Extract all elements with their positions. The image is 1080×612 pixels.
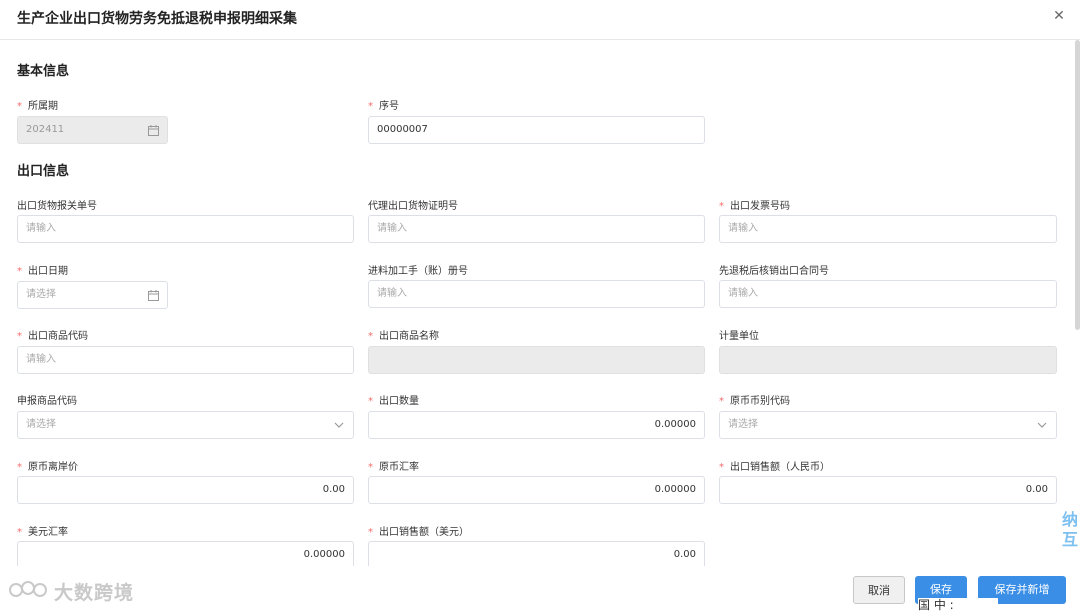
section-basic-info: 基本信息: [17, 64, 70, 79]
currency-code-select[interactable]: 请选择: [719, 411, 1057, 439]
dialog-title: 生产企业出口货物劳务免抵退税申报明细采集: [17, 11, 297, 27]
ime-text: 国 中 :: [918, 598, 954, 612]
sales-rmb-input[interactable]: 0.00: [719, 476, 1057, 504]
calendar-icon: [147, 117, 159, 143]
invoice-no-label: * 出口发票号码: [719, 201, 790, 212]
contract-no-input[interactable]: 请输入: [719, 280, 1057, 308]
customs-decl-label: 出口货物报关单号: [17, 201, 97, 212]
watermark: 大数跨境: [8, 576, 134, 606]
ime-toolbar[interactable]: 国 中 :: [918, 598, 998, 612]
scrollbar[interactable]: [1075, 40, 1080, 330]
agent-cert-label: 代理出口货物证明号: [368, 201, 458, 212]
processing-book-label: 进料加工手（账）册号: [368, 266, 468, 277]
watermark-logo-icon: [8, 578, 48, 605]
goods-name-label: * 出口商品名称: [368, 331, 439, 342]
processing-book-input[interactable]: 请输入: [368, 280, 705, 308]
calendar-icon: [147, 282, 159, 308]
unit-label: 计量单位: [719, 331, 759, 342]
goods-code-label: * 出口商品代码: [17, 331, 88, 342]
period-label: * 所属期: [17, 101, 58, 112]
usd-rate-label: * 美元汇率: [17, 527, 68, 538]
goods-name-field: [368, 346, 705, 374]
period-field: 202411: [17, 116, 168, 144]
invoice-no-input[interactable]: 请输入: [719, 215, 1057, 243]
customs-decl-input[interactable]: 请输入: [17, 215, 354, 243]
sales-rmb-label: * 出口销售额（人民币）: [719, 462, 830, 473]
decl-goods-code-label: 申报商品代码: [17, 396, 77, 407]
section-export-info: 出口信息: [17, 164, 70, 179]
dialog-header: 生产企业出口货物劳务免抵退税申报明细采集 ✕: [0, 0, 1080, 40]
fx-rate-label: * 原币汇率: [368, 462, 419, 473]
decl-goods-code-select[interactable]: 请选择: [17, 411, 354, 439]
sales-usd-label: * 出口销售额（美元）: [368, 527, 469, 538]
goods-code-input[interactable]: 请输入: [17, 346, 354, 374]
edge-overlay-text: 纳 互: [1062, 510, 1079, 549]
chevron-down-icon: [1036, 412, 1048, 438]
agent-cert-input[interactable]: 请输入: [368, 215, 705, 243]
fob-price-input[interactable]: 0.00: [17, 476, 354, 504]
fob-price-label: * 原币离岸价: [17, 462, 78, 473]
unit-field: [719, 346, 1057, 374]
export-date-picker[interactable]: 请选择: [17, 281, 168, 309]
contract-no-label: 先退税后核销出口合同号: [719, 266, 829, 277]
chevron-down-icon: [333, 412, 345, 438]
seq-field[interactable]: 00000007: [368, 116, 705, 144]
currency-code-label: * 原币币别代码: [719, 396, 790, 407]
fx-rate-input[interactable]: 0.00000: [368, 476, 705, 504]
quantity-label: * 出口数量: [368, 396, 419, 407]
export-date-label: * 出口日期: [17, 266, 68, 277]
usd-rate-input[interactable]: 0.00000: [17, 541, 354, 569]
watermark-text: 大数跨境: [54, 581, 135, 604]
close-icon[interactable]: ✕: [1051, 8, 1067, 24]
cancel-button[interactable]: 取消: [853, 576, 905, 604]
seq-label: * 序号: [368, 101, 399, 112]
quantity-input[interactable]: 0.00000: [368, 411, 705, 439]
sales-usd-input[interactable]: 0.00: [368, 541, 705, 569]
